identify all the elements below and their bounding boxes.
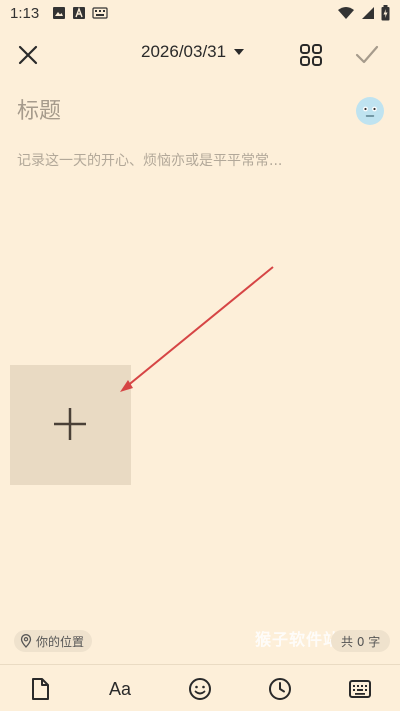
notification-icons — [52, 6, 108, 20]
wifi-icon — [338, 7, 354, 19]
plus-icon — [54, 408, 86, 440]
location-pin-icon — [20, 634, 32, 648]
font-label: Aa — [108, 678, 132, 699]
a-icon — [73, 7, 85, 19]
grid-button[interactable] — [298, 42, 324, 68]
close-button[interactable] — [14, 41, 42, 69]
file-button[interactable] — [26, 675, 54, 703]
emoji-icon — [189, 678, 211, 700]
date-selector[interactable]: 2026/03/31 — [141, 42, 245, 62]
editor-toolbar: 2026/03/31 — [0, 28, 400, 80]
caret-down-icon — [234, 49, 245, 55]
content-input[interactable] — [17, 150, 377, 190]
status-time: 1:13 — [10, 5, 40, 22]
status-right — [337, 5, 390, 21]
keyboard-icon — [349, 680, 371, 698]
add-media-button[interactable] — [10, 365, 131, 485]
signal-icon — [362, 7, 374, 19]
keyboard-status-icon — [92, 7, 108, 19]
close-icon — [18, 45, 38, 65]
watermark: 猴子软件站 — [255, 630, 341, 649]
battery-icon — [381, 5, 390, 21]
clock-icon — [269, 678, 291, 700]
location-chip[interactable]: 你的位置 — [14, 630, 93, 652]
location-label: 你的位置 — [36, 634, 85, 649]
image-icon — [53, 7, 65, 19]
keyboard-button[interactable] — [346, 675, 374, 703]
date-label: 2026/03/31 — [141, 42, 227, 61]
clock-button[interactable] — [266, 675, 294, 703]
save-check-button[interactable] — [354, 42, 380, 68]
bottom-toolbar: Aa — [0, 665, 400, 711]
mood-face-icon — [356, 97, 384, 125]
word-count-chip: 共 0 字 — [331, 630, 391, 652]
status-bar: 1:13 — [0, 0, 400, 28]
font-button[interactable]: Aa — [106, 675, 134, 703]
emoji-button[interactable] — [186, 675, 214, 703]
title-input[interactable] — [17, 94, 337, 128]
check-icon — [355, 45, 379, 64]
file-icon — [32, 678, 49, 700]
mood-button[interactable] — [355, 96, 385, 126]
word-count-label: 共 0 字 — [341, 634, 381, 649]
grid-icon — [300, 44, 322, 66]
